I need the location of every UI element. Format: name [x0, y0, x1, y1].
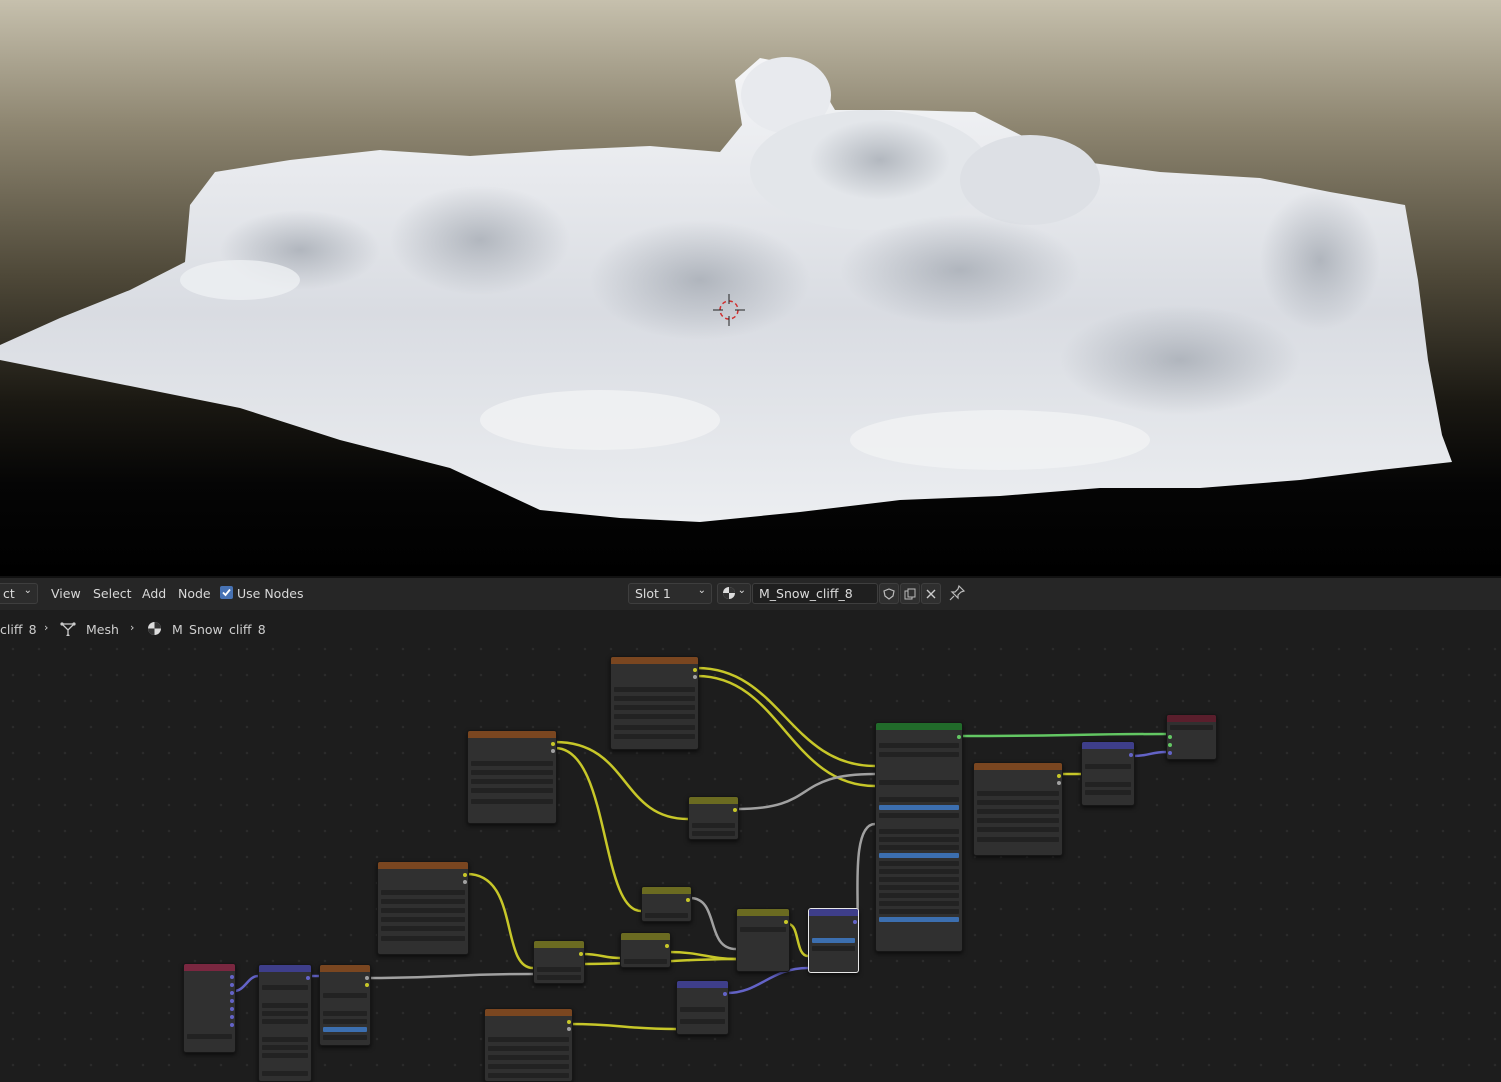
- menu-view[interactable]: View: [51, 586, 81, 601]
- material-sphere-icon: [723, 587, 735, 599]
- image-texture-node-1[interactable]: [610, 656, 699, 750]
- texture-coordinate-node[interactable]: [183, 963, 236, 1053]
- breadcrumb-material: M_Snow_cliff_8: [172, 622, 266, 637]
- mapping-node[interactable]: [258, 964, 312, 1082]
- chevron-down-icon: ⌄: [737, 585, 746, 596]
- node-editor-canvas[interactable]: [0, 636, 1501, 1082]
- material-sphere-icon: [148, 622, 161, 635]
- menu-node[interactable]: Node: [178, 586, 211, 601]
- normal-map-node[interactable]: [676, 980, 729, 1035]
- checkbox-icon: [222, 588, 231, 597]
- material-output-node[interactable]: [1166, 714, 1217, 760]
- noise-texture-node[interactable]: [319, 964, 371, 1046]
- brightness-contrast-node-1[interactable]: [688, 796, 739, 840]
- gamma-node-2[interactable]: [620, 932, 671, 968]
- 3d-viewport[interactable]: [0, 0, 1501, 576]
- material-name-field[interactable]: M_Snow_cliff_8: [752, 583, 878, 604]
- editor-type-dropdown[interactable]: ct ⌄: [0, 583, 38, 604]
- chevron-right-icon: ›: [130, 621, 135, 634]
- chevron-down-icon: ⌄: [697, 585, 706, 596]
- snow-cliff-render: [0, 57, 1452, 522]
- close-icon: [926, 589, 936, 598]
- duplicate-icon: [904, 588, 916, 599]
- gamma-node-1[interactable]: [641, 886, 692, 922]
- breadcrumb-mesh: Mesh: [86, 622, 119, 637]
- unlink-material-button[interactable]: [921, 583, 941, 604]
- menu-select[interactable]: Select: [93, 586, 132, 601]
- mesh-icon: [60, 622, 76, 637]
- bump-node[interactable]: [808, 908, 859, 973]
- image-texture-node-2[interactable]: [467, 730, 557, 824]
- pin-button[interactable]: [948, 584, 966, 602]
- duplicate-material-button[interactable]: [900, 583, 920, 604]
- slot-dropdown[interactable]: Slot 1 ⌄: [628, 583, 712, 604]
- image-texture-node-4[interactable]: [484, 1008, 573, 1082]
- mix-node[interactable]: [736, 908, 790, 972]
- node-editor-header: ct ⌄ View Select Add Node Use Nodes Slot…: [0, 578, 1501, 610]
- principled-bsdf-node[interactable]: [875, 722, 963, 952]
- shield-icon: [883, 587, 895, 600]
- breadcrumb: cliff_8 › Mesh › M_Snow_cliff_8: [0, 612, 1501, 637]
- brightness-contrast-node-2[interactable]: [533, 940, 585, 984]
- fake-user-button[interactable]: [879, 583, 899, 604]
- chevron-down-icon: ⌄: [23, 585, 32, 596]
- use-nodes-checkbox[interactable]: [220, 586, 233, 599]
- pin-icon: [949, 584, 966, 601]
- menu-add[interactable]: Add: [142, 586, 166, 601]
- displacement-node[interactable]: [1081, 741, 1135, 806]
- chevron-right-icon: ›: [44, 621, 49, 634]
- image-texture-node-5[interactable]: [973, 762, 1063, 856]
- material-browse-button[interactable]: ⌄: [717, 583, 751, 604]
- image-texture-node-3[interactable]: [377, 861, 469, 955]
- use-nodes-label: Use Nodes: [237, 586, 304, 601]
- breadcrumb-object: cliff_8: [0, 622, 37, 637]
